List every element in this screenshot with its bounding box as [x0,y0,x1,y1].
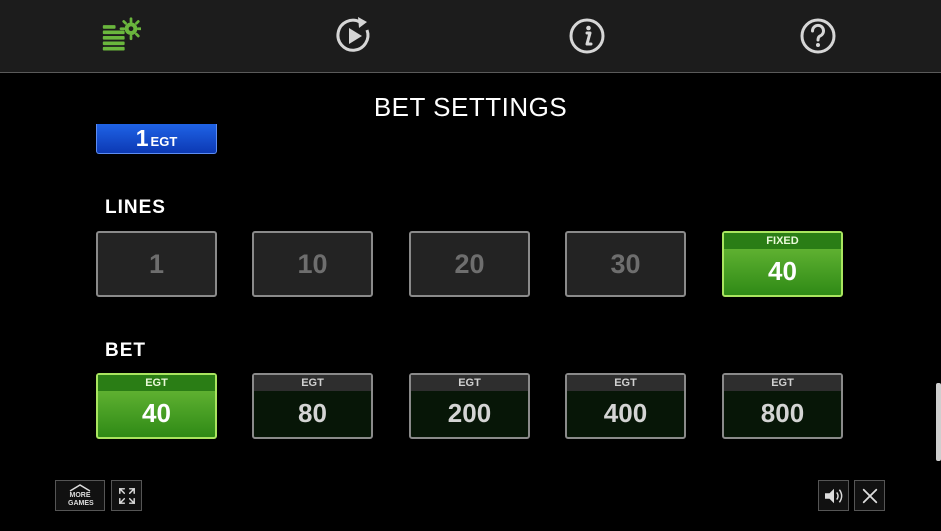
currency-caption: EGT [254,375,371,391]
currency-caption: EGT [98,375,215,391]
fixed-caption: FIXED [724,233,841,249]
option-value: 30 [610,248,641,279]
lines-option-20: 20 [409,231,530,297]
option-value: 800 [760,398,805,428]
autoplay-icon[interactable] [334,16,374,56]
option-value: 10 [297,248,328,279]
option-value: 20 [454,248,485,279]
bet-option-800[interactable]: EGT 800 [722,373,843,439]
currency-caption: EGT [411,375,528,391]
bet-label: BET [105,340,146,361]
denomination-unit: EGT [150,134,178,149]
bet-option-400[interactable]: EGT 400 [565,373,686,439]
bet-option-80[interactable]: EGT 80 [252,373,373,439]
fullscreen-button[interactable] [111,480,142,511]
close-button[interactable] [854,480,885,511]
lines-option-30: 30 [565,231,686,297]
option-value: 40 [142,398,171,428]
currency-caption: EGT [724,375,841,391]
close-icon [862,488,877,503]
option-value: 200 [447,398,492,428]
option-value: 80 [298,398,327,428]
speaker-icon [824,488,842,503]
denomination-button[interactable]: 1 EGT [96,124,217,154]
help-icon[interactable] [798,16,838,56]
scrollbar-thumb[interactable] [936,383,941,461]
lines-option-1: 1 [96,231,217,297]
page-title: BET SETTINGS [373,92,568,122]
more-games-button[interactable]: MORE GAMES [55,480,105,511]
lines-option-40-fixed[interactable]: FIXED 40 [722,231,843,297]
top-toolbar [0,0,941,73]
info-icon[interactable] [567,16,607,56]
more-games-label: MORE GAMES [68,491,94,507]
bet-settings-icon[interactable] [101,16,141,56]
home-icon [69,483,91,492]
lines-label: LINES [105,197,166,218]
currency-caption: EGT [567,375,684,391]
option-value: 400 [603,398,648,428]
denomination-value: 1 [135,125,149,151]
fullscreen-icon [118,487,135,504]
sound-button[interactable] [818,480,849,511]
option-value: 40 [768,256,797,286]
lines-option-10: 10 [252,231,373,297]
bet-option-40[interactable]: EGT 40 [96,373,217,439]
bet-option-200[interactable]: EGT 200 [409,373,530,439]
option-value: 1 [148,248,165,279]
